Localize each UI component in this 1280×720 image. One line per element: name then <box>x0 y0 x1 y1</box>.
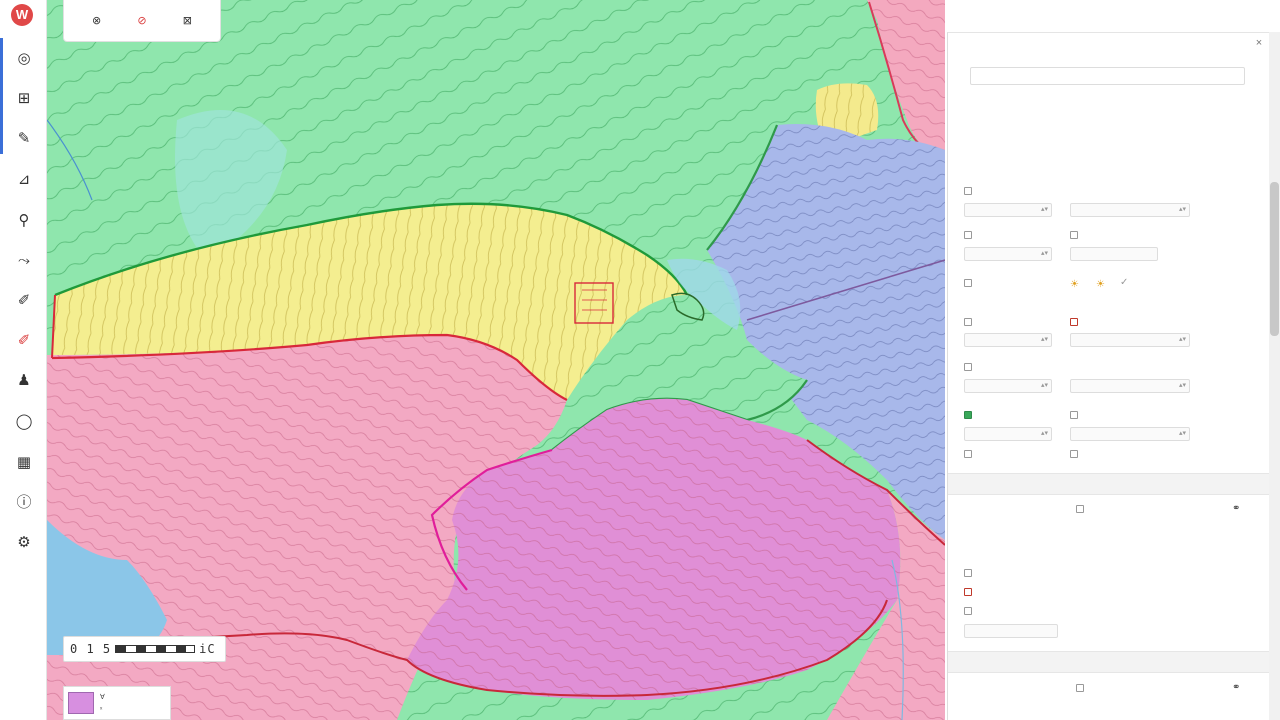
geology-map[interactable] <box>47 0 945 720</box>
checkbox[interactable] <box>1070 411 1078 419</box>
option-row-3[interactable] <box>964 607 972 615</box>
checkbox[interactable] <box>1070 318 1078 326</box>
legend-line-2: ₓ <box>100 704 103 711</box>
checkbox[interactable] <box>964 363 972 371</box>
row-left-6[interactable] <box>964 411 972 419</box>
draw-icon[interactable]: ✎ <box>12 126 36 150</box>
number-input-right-1[interactable]: ▴▾ <box>1070 203 1190 217</box>
checkbox-checked[interactable] <box>964 411 972 419</box>
mini-tool-button-3[interactable]: ⊠ <box>167 14 207 27</box>
mini-tool-button-1[interactable]: ⊗ <box>77 14 117 27</box>
measure-icon[interactable]: ⊿ <box>12 167 36 191</box>
spinner-icon[interactable]: ▴▾ <box>1041 204 1048 216</box>
person-icon[interactable]: ♟ <box>12 368 36 392</box>
checkbox[interactable] <box>964 569 972 577</box>
map-legend[interactable]: Ɐ ₓ <box>63 686 171 720</box>
app-logo[interactable]: W <box>11 4 33 26</box>
row-left-3[interactable] <box>964 279 972 287</box>
spinner-icon[interactable]: ▴▾ <box>1179 380 1186 392</box>
checkbox[interactable] <box>1070 450 1078 458</box>
marker-icon[interactable]: ✐ <box>12 328 36 352</box>
number-input-left-1[interactable]: ▴▾ <box>964 203 1052 217</box>
sun-icon[interactable]: ☀ <box>1096 279 1105 290</box>
row-left-7[interactable] <box>964 450 972 458</box>
row-left-1[interactable] <box>964 187 972 195</box>
mini-tool-button-2[interactable]: ⊘ <box>122 14 162 27</box>
legend-text: Ɐ ₓ <box>100 693 105 713</box>
close-icon[interactable]: × <box>1253 37 1265 49</box>
number-input-left-2[interactable]: ▴▾ <box>964 247 1052 261</box>
spinner-icon[interactable]: ▴▾ <box>1179 204 1186 216</box>
layer-properties-panel: × ▴▾ ▴▾ ▴▾ ▴▾ ▴▾ ▴▾ ☀ ☀ ✓ ▴▾ ▴▾ ▴▾ ⚭ ⚭ <box>947 32 1270 720</box>
active-indicator <box>0 38 3 154</box>
number-input-left-6[interactable]: ▴▾ <box>964 427 1052 441</box>
panel-search-input[interactable] <box>970 67 1245 85</box>
number-input-right-6[interactable]: ▴▾ <box>1070 427 1190 441</box>
scale-suffix: iC <box>199 642 216 656</box>
scale-bar-graphic <box>115 645 196 653</box>
number-input-right-4[interactable]: ▴▾ <box>1070 333 1190 347</box>
option-row-2[interactable] <box>964 588 972 596</box>
info-icon[interactable]: ⓘ <box>12 490 36 514</box>
check-icon[interactable]: ✓ <box>1120 277 1128 288</box>
map-canvas[interactable] <box>47 0 945 720</box>
section-1-right[interactable] <box>1076 505 1084 513</box>
checkbox[interactable] <box>964 231 972 239</box>
checkbox[interactable] <box>964 588 972 596</box>
checkbox[interactable] <box>964 318 972 326</box>
map-mini-toolbar: ⊗ ⊘ ⊠ <box>63 0 221 42</box>
row-left-2[interactable] <box>964 231 972 239</box>
legend-line-1: Ɐ <box>100 694 105 701</box>
target-icon: ⊗ <box>92 14 102 27</box>
row-right-4[interactable] <box>1070 318 1078 326</box>
link-icon[interactable]: ⚭ <box>1232 682 1240 693</box>
route-icon[interactable]: ⤳ <box>12 248 36 272</box>
section-header-1[interactable] <box>948 473 1270 495</box>
frame-icon: ⊠ <box>182 14 192 27</box>
number-input-left-4[interactable]: ▴▾ <box>964 333 1052 347</box>
layers-icon[interactable]: ⊞ <box>12 86 36 110</box>
link-icon[interactable]: ⚭ <box>1232 503 1240 514</box>
spinner-icon[interactable]: ▴▾ <box>1179 428 1186 440</box>
grid-icon[interactable]: ▦ <box>12 450 36 474</box>
number-input-right-5[interactable]: ▴▾ <box>1070 379 1190 393</box>
checkbox[interactable] <box>1070 231 1078 239</box>
row-right-6[interactable] <box>1070 411 1078 419</box>
option-row-1[interactable] <box>964 569 972 577</box>
spinner-icon[interactable]: ▴▾ <box>1041 380 1048 392</box>
pencil-icon[interactable]: ✐ <box>12 288 36 312</box>
scale-text: 0 1 5 <box>70 642 112 656</box>
row-left-4[interactable] <box>964 318 972 326</box>
eye-icon: ⊘ <box>137 14 147 27</box>
globe-icon[interactable]: ◎ <box>12 46 36 70</box>
row-right-2[interactable] <box>1070 231 1078 239</box>
settings-icon[interactable]: ⚙ <box>12 530 36 554</box>
checkbox[interactable] <box>1076 505 1084 513</box>
circle-icon[interactable]: ◯ <box>12 409 36 433</box>
checkbox[interactable] <box>964 187 972 195</box>
map-scale-bar: 0 1 5 iC <box>63 636 226 662</box>
section-header-2[interactable] <box>948 651 1270 673</box>
option-number-input[interactable] <box>964 624 1058 638</box>
row-right-7[interactable] <box>1070 450 1078 458</box>
spinner-icon[interactable]: ▴▾ <box>1041 334 1048 346</box>
spinner-icon[interactable]: ▴▾ <box>1041 248 1048 260</box>
legend-swatch <box>68 692 94 714</box>
row-left-5[interactable] <box>964 363 972 371</box>
spinner-icon[interactable]: ▴▾ <box>1041 428 1048 440</box>
checkbox[interactable] <box>964 607 972 615</box>
sun-icon[interactable]: ☀ <box>1070 279 1079 290</box>
number-input-left-5[interactable]: ▴▾ <box>964 379 1052 393</box>
pin-icon[interactable]: ⚲ <box>12 208 36 232</box>
panel-scrollbar-thumb[interactable] <box>1270 182 1279 336</box>
section-2-right[interactable] <box>1076 684 1084 692</box>
spinner-icon[interactable]: ▴▾ <box>1179 334 1186 346</box>
checkbox[interactable] <box>1076 684 1084 692</box>
checkbox[interactable] <box>964 450 972 458</box>
number-input-right-2[interactable] <box>1070 247 1158 261</box>
left-toolbar: W ◎ ⊞ ✎ ⊿ ⚲ ⤳ ✐ ✐ ♟ ◯ ▦ ⓘ ⚙ <box>0 0 47 720</box>
panel-scrollbar-track[interactable] <box>1269 32 1280 720</box>
checkbox[interactable] <box>964 279 972 287</box>
